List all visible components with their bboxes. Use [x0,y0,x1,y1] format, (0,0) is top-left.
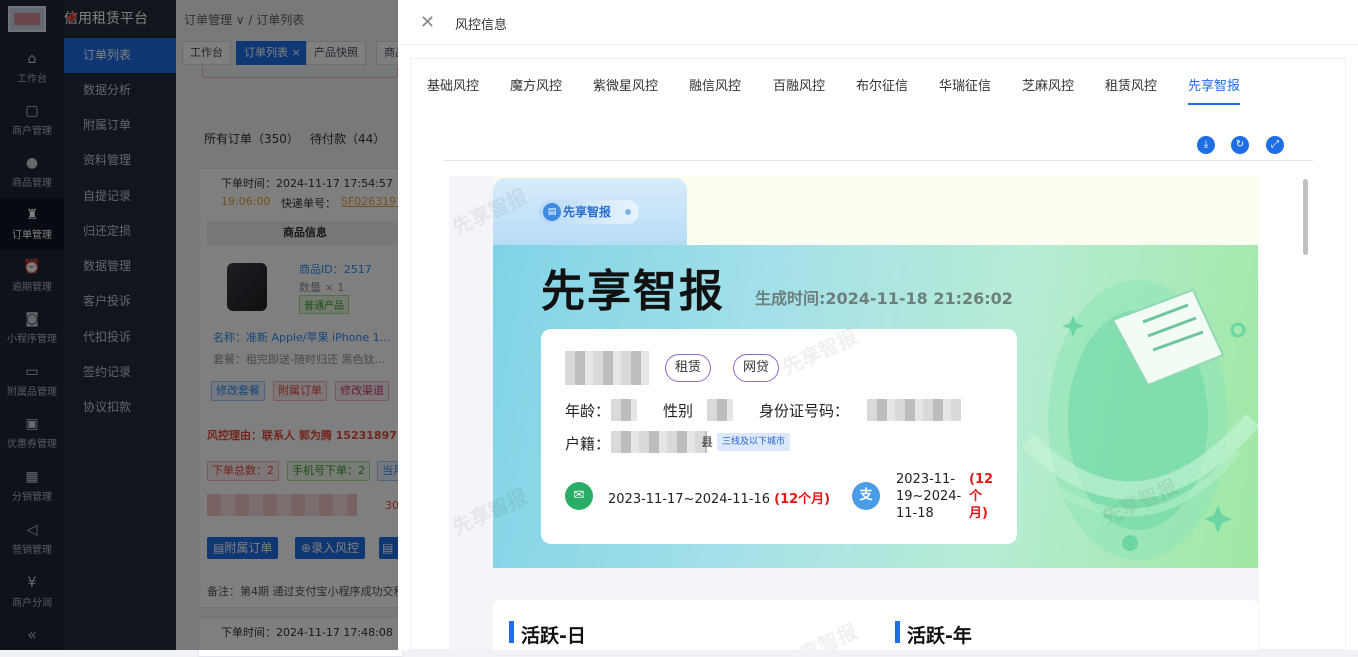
planet-illustration [1021,280,1258,560]
tag-lease: 租赁 [665,354,712,382]
scrollbar-thumb[interactable] [1303,179,1308,255]
wechat-months: (12个月) [774,492,831,507]
tag-online-loan: 网贷 [733,354,780,382]
tab-lease-risk[interactable]: 租赁风控 [1105,75,1157,105]
divider [443,160,1313,161]
alipay-active-range: 2023-11-19~2024-11-18 [896,472,962,521]
dot-icon [625,209,631,215]
close-icon[interactable]: ✕ [420,12,435,33]
drawer-title: 风控信息 [455,18,508,33]
wechat-icon: ✉ [565,482,593,510]
alipay-icon: 支 [852,482,880,510]
risk-drawer: ✕ 风控信息 + 基础风控 魔方风控 紫微星风控 融信风控 百融风控 布尔征信 … [398,0,1358,650]
masked-id-number [867,399,961,421]
modal-overlay[interactable] [0,0,398,650]
report-pill: ▤ 先享智报 [539,200,639,224]
tab-xianxiang-report[interactable]: 先享智报 [1188,75,1241,105]
tab-basic-risk[interactable]: 基础风控 [427,75,479,105]
city-tier-badge: 三线及以下城市 [717,433,791,451]
household-suffix: 县 [701,435,714,449]
tab-mofang-risk[interactable]: 魔方风控 [510,75,562,105]
masked-name [565,351,649,385]
alipay-months: (12个月) [969,472,994,521]
wechat-active-range: 2023-11-17~2024-11-16 (12个月) [608,488,830,507]
household-label: 户籍： [565,435,611,453]
tab-buer-credit[interactable]: 布尔征信 [856,75,908,105]
fullscreen-icon[interactable]: ⤢ [1266,136,1284,154]
masked-age [611,399,637,421]
report-title: 先享智报 [541,266,725,317]
download-icon[interactable]: ⤓ [1197,136,1215,154]
age-label: 年龄： [565,402,611,420]
refresh-icon[interactable]: ↻ [1231,136,1249,154]
divider [398,44,1358,45]
section-title-daily: 活跃-日 [509,621,586,648]
drawer-body: 基础风控 魔方风控 紫微星风控 融信风控 百融风控 布尔征信 华瑞征信 芝麻风控… [410,58,1346,650]
report-panel: ▤ 先享智报 先享智报 生成时间:2024-11-18 21:26:02 租赁 … [449,176,1259,650]
report-banner: 先享智报 生成时间:2024-11-18 21:26:02 租赁 网贷 年龄： … [493,245,1258,568]
gender-label: 性别 [663,402,694,420]
wechat-range-text: 2023-11-17~2024-11-16 [608,492,770,507]
tab-bairong-risk[interactable]: 百融风控 [773,75,825,105]
tab-rongxin-risk[interactable]: 融信风控 [689,75,741,105]
tab-zhima-risk[interactable]: 芝麻风控 [1022,75,1074,105]
masked-gender [707,399,733,421]
section-title-yearly: 活跃-年 [895,621,972,648]
tab-ziweixing-risk[interactable]: 紫微星风控 [593,75,658,105]
masked-household [611,431,707,453]
generated-time: 生成时间:2024-11-18 21:26:02 [755,289,1013,308]
activity-section: 活跃-日 活跃-年 [493,600,1258,650]
id-number-label: 身份证号码： [759,402,850,420]
tab-huarui-credit[interactable]: 华瑞征信 [939,75,991,105]
report-pill-label: 先享智报 [563,205,612,219]
report-icon: ▤ [543,203,561,221]
